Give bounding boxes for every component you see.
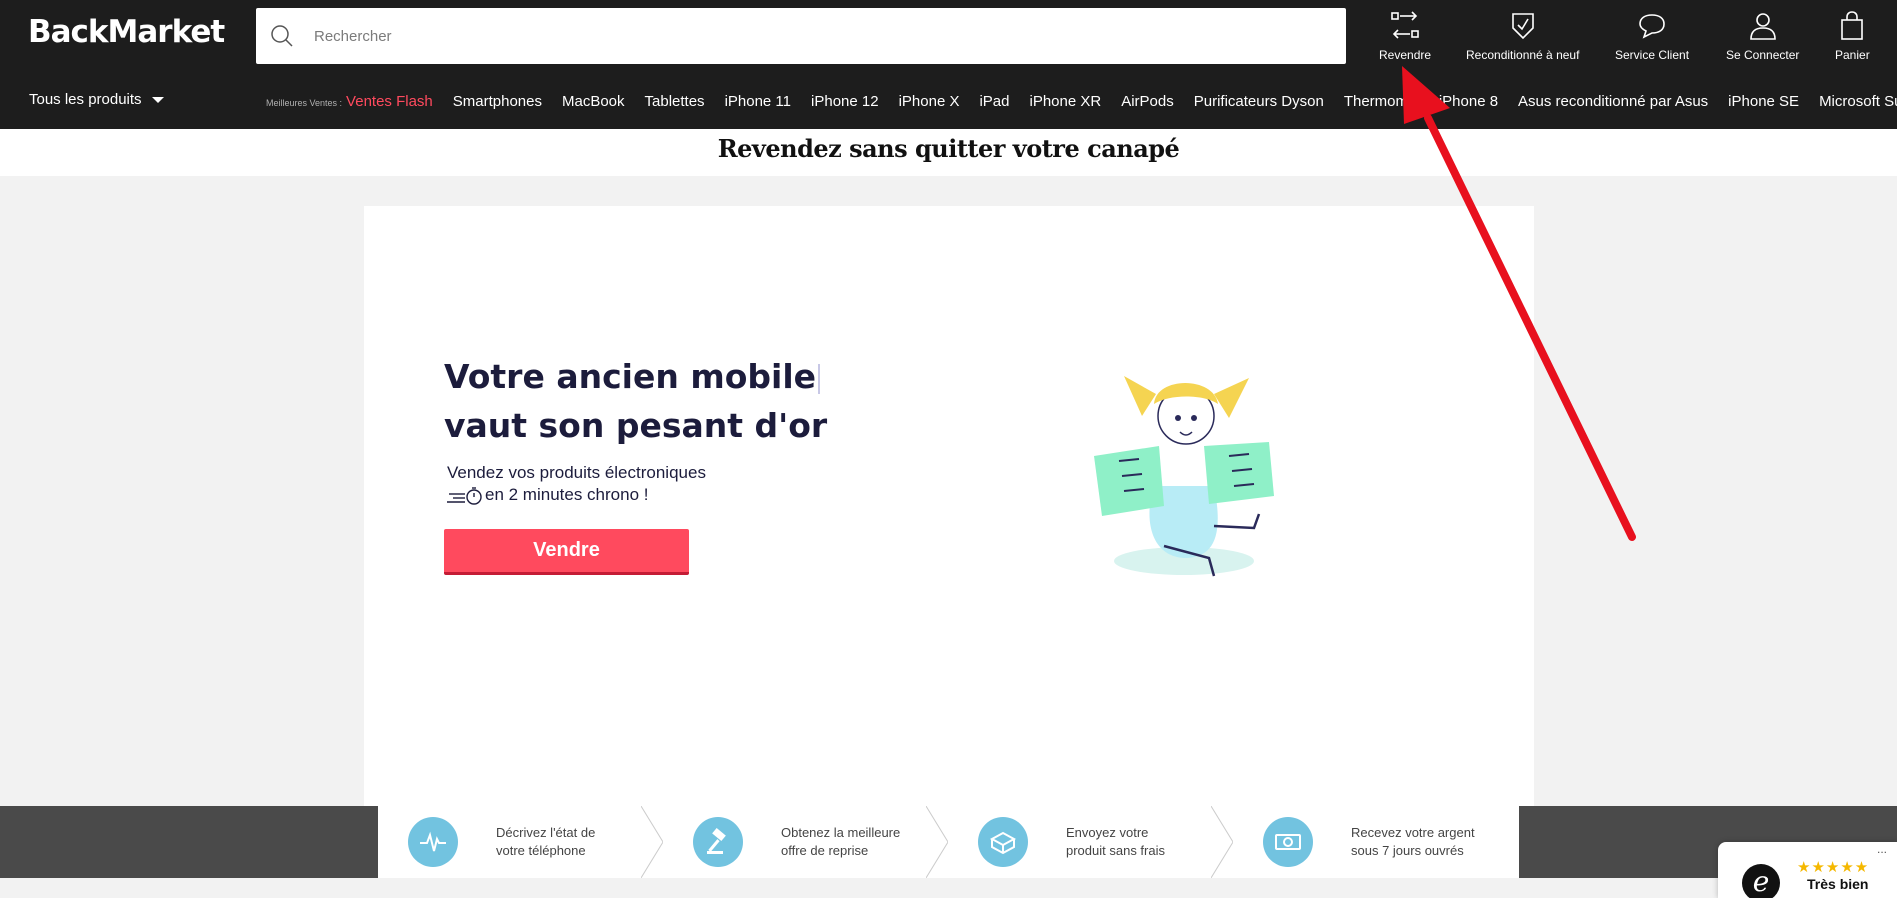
step-line2: sous 7 jours ouvrés [1351,843,1464,858]
package-icon [989,831,1017,855]
page-title: Revendez sans quitter votre canapé [717,134,1180,163]
nav-link[interactable]: Purificateurs Dyson [1194,93,1324,110]
nav-link-ventes-flash[interactable]: Ventes Flash [346,93,433,110]
step-text: Envoyez votre produit sans frais [1066,824,1196,860]
step-icon-circle [693,817,743,867]
nav-links: Meilleures Ventes : Ventes Flash Smartph… [266,93,1897,110]
hero-title: Votre ancien mobile vaut son pesant d'or [444,352,827,450]
heartbeat-icon [420,831,446,852]
refurbished-button[interactable]: Reconditionné à neuf [1466,10,1579,62]
search-bar[interactable] [256,8,1346,64]
shield-check-icon [1511,13,1534,40]
login-button[interactable]: Se Connecter [1726,10,1799,62]
nav-link[interactable]: Smartphones [453,93,542,110]
steps-list: Décrivez l'état de votre téléphone Obten… [378,806,1519,878]
login-label: Se Connecter [1726,48,1800,62]
nav-link[interactable]: Thermomix [1344,93,1419,110]
resell-arrows-icon [1391,11,1419,39]
chevron-divider [641,806,663,878]
step-item: Envoyez votre produit sans frais [948,806,1233,878]
nav-link[interactable]: Microsoft Surface [1819,93,1897,110]
customer-service-label: Service Client [1615,48,1690,62]
step-line2: produit sans frais [1066,843,1165,858]
hero-title-line1: Votre ancien mobile [444,357,817,396]
sell-button[interactable]: Vendre [444,529,689,575]
cart-button[interactable]: Panier [1835,10,1870,62]
hero-card: Votre ancien mobile vaut son pesant d'or… [364,206,1534,806]
nav-link[interactable]: Asus reconditionné par Asus [1518,93,1708,110]
step-line1: Obtenez la meilleure [781,825,901,840]
chevron-divider [926,806,948,878]
step-line2: votre téléphone [496,843,586,858]
bag-icon [1841,11,1864,40]
search-input[interactable] [314,27,1346,45]
hero-title-line2: vaut son pesant d'or [444,406,828,445]
nav-link[interactable]: iPad [979,93,1009,110]
backmarket-logo[interactable]: BackMarket [28,14,225,50]
title-band: Revendez sans quitter votre canapé [0,129,1897,176]
resell-label: Revendre [1379,48,1432,62]
refurbished-label: Reconditionné à neuf [1466,48,1580,62]
nav-link[interactable]: iPhone X [899,93,960,110]
top-header: BackMarket Revendre Reconditionné à neuf… [0,0,1897,129]
nav-link[interactable]: iPhone 8 [1439,93,1498,110]
chevron-divider [1211,806,1233,878]
stopwatch-icon [447,486,482,505]
text-cursor [818,363,821,394]
cart-label: Panier [1835,48,1870,62]
hero-subtitle: Vendez vos produits électroniques en 2 m… [447,462,706,506]
nav-link[interactable]: iPhone XR [1030,93,1102,110]
step-line2: offre de reprise [781,843,869,858]
trusted-shops-logo: e [1742,864,1780,898]
badge-menu-icon[interactable]: ... [1877,842,1887,856]
girl-with-money-illustration [1094,376,1274,577]
step-text: Obtenez la meilleure offre de reprise [781,824,911,860]
resell-button[interactable]: Revendre [1379,10,1431,62]
nav-link[interactable]: iPhone 12 [811,93,879,110]
all-products-menu[interactable]: Tous les produits [29,91,164,108]
step-item: Obtenez la meilleure offre de reprise [663,806,948,878]
rating-label: Très bien [1807,876,1869,892]
caret-down-icon [151,96,164,103]
user-icon [1749,13,1776,40]
steps-strip: Décrivez l'état de votre téléphone Obten… [0,806,1897,878]
hero-subtitle-line2: en 2 minutes chrono ! [485,485,649,504]
banknote-icon [1275,834,1301,850]
chat-bubble-icon [1639,14,1665,39]
customer-service-button[interactable]: Service Client [1615,10,1689,62]
gavel-icon [707,827,726,854]
nav-link[interactable]: MacBook [562,93,625,110]
step-line1: Envoyez votre [1066,825,1149,840]
step-icon-circle [1263,817,1313,867]
search-icon [271,25,293,47]
step-icon-circle [408,817,458,867]
step-text: Décrivez l'état de votre téléphone [496,824,626,860]
main-nav: Tous les produits Meilleures Ventes : Ve… [0,88,1897,116]
nav-link[interactable]: AirPods [1121,93,1174,110]
nav-link[interactable]: iPhone 11 [725,93,791,110]
nav-link[interactable]: iPhone SE [1728,93,1799,110]
step-text: Recevez votre argent sous 7 jours ouvrés [1351,824,1481,860]
step-icon-circle [978,817,1028,867]
step-line1: Décrivez l'état de [496,825,596,840]
rating-stars: ★★★★★ [1797,859,1870,876]
best-sellers-label: Meilleures Ventes : [266,98,343,108]
step-item: Recevez votre argent sous 7 jours ouvrés [1233,806,1518,878]
step-item: Décrivez l'état de votre téléphone [378,806,663,878]
hero-subtitle-line1: Vendez vos produits électroniques [447,463,706,482]
trust-badge[interactable]: ... e ★★★★★ Très bien [1718,842,1897,898]
step-line1: Recevez votre argent [1351,825,1475,840]
nav-link[interactable]: Tablettes [645,93,705,110]
all-products-label: Tous les produits [29,91,142,108]
